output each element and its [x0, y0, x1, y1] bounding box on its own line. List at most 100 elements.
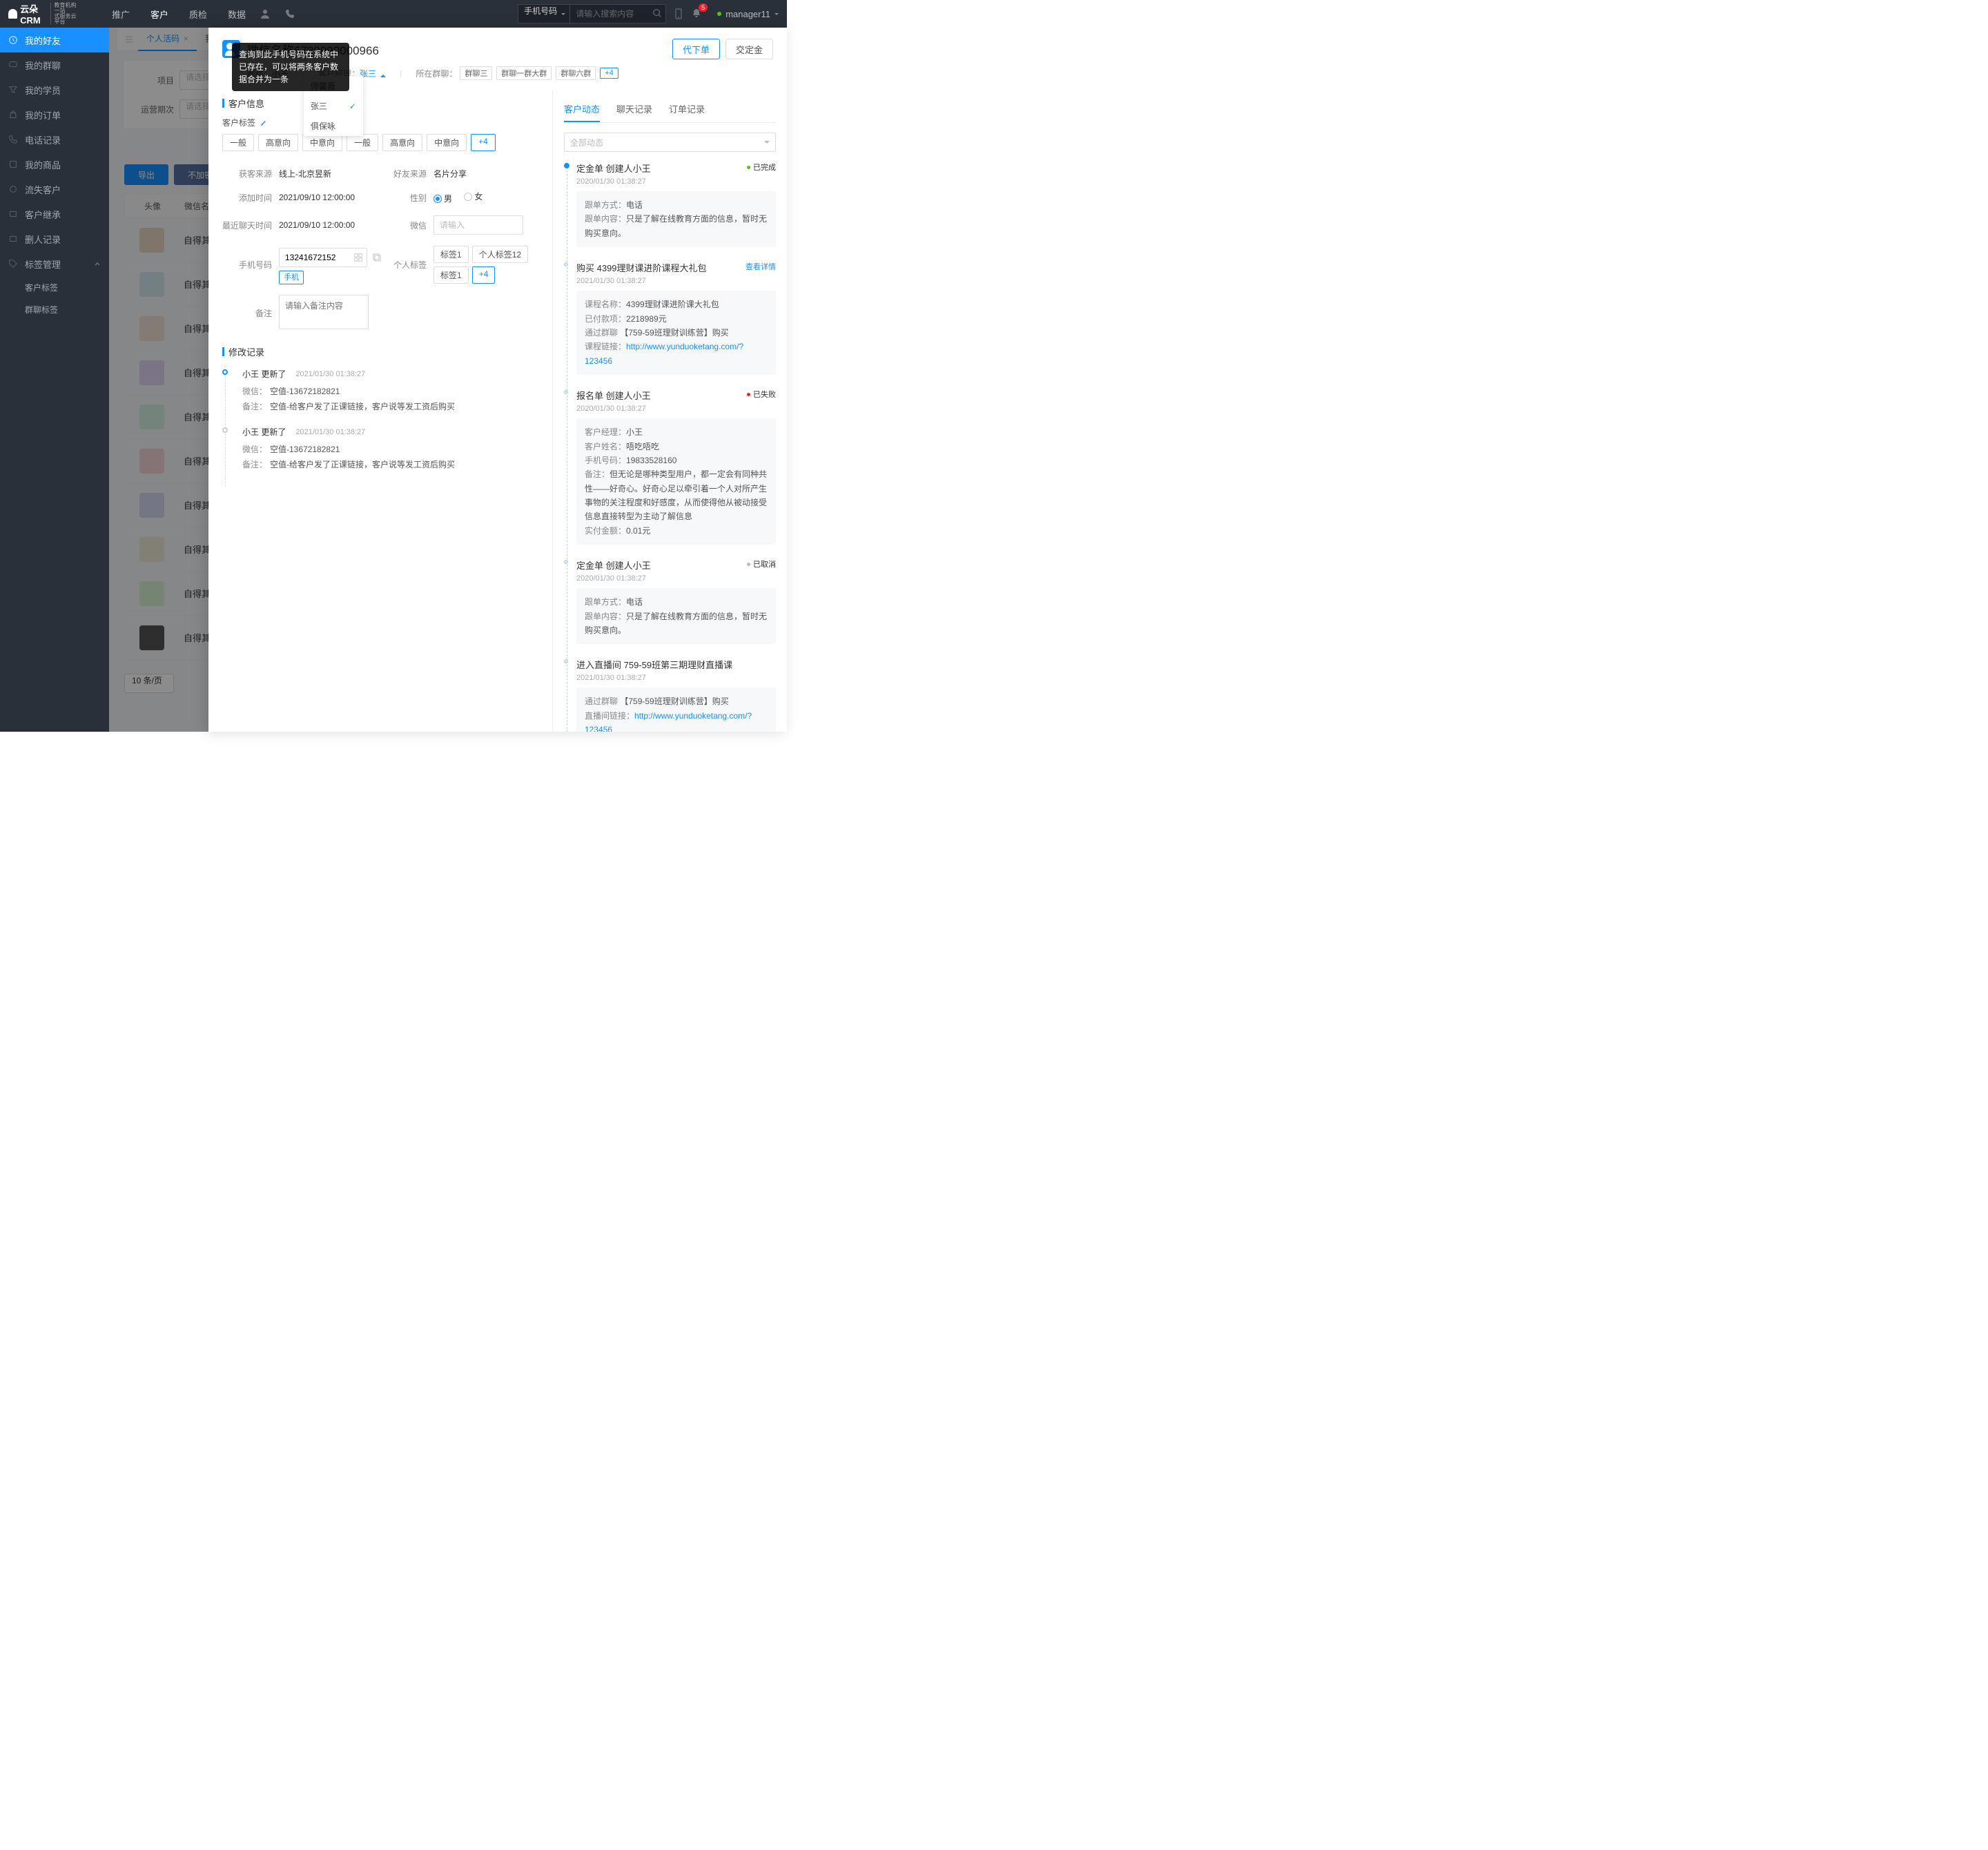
- activity-timeline: 定金单 创建人小王已完成 2020/01/30 01:38:27 跟单方式：电话…: [564, 162, 776, 732]
- remark-textarea[interactable]: [279, 295, 369, 329]
- search-input[interactable]: [569, 4, 666, 23]
- caret-down-icon: [774, 13, 779, 17]
- sidebar-item-calls[interactable]: 电话记录: [0, 127, 109, 152]
- personal-tag[interactable]: 标签1: [433, 266, 469, 284]
- manager-select[interactable]: 张三: [360, 69, 386, 79]
- timeline-card: 跟单方式：电话跟单内容：只是了解在线教育方面的信息，暂时无购买意向。: [576, 588, 776, 644]
- sidebar-sub-group-tags[interactable]: 群聊标签: [25, 298, 109, 320]
- group-tag[interactable]: 群聊一群大群: [496, 66, 552, 80]
- phone-tooltip: 查询到此手机号码在系统中已存在，可以将两条客户数据合并为一条: [232, 43, 349, 91]
- notification-icon[interactable]: 5: [691, 8, 702, 21]
- manager-option[interactable]: 俱保咏: [304, 116, 363, 136]
- nav-customer[interactable]: 客户: [150, 8, 168, 21]
- sidebar-item-lost[interactable]: 流失客户: [0, 177, 109, 202]
- timeline-date: 2021/01/30 01:38:27: [576, 674, 776, 682]
- user-menu[interactable]: manager11: [717, 9, 779, 19]
- edit-icon[interactable]: [260, 119, 268, 127]
- logo: 云朵CRM 教育机构一站 式服务云平台: [8, 2, 77, 26]
- friend-src-value: 名片分享: [433, 168, 541, 179]
- sidebar-sub-customer-tags[interactable]: 客户标签: [25, 276, 109, 298]
- timeline-item: 报名单 创建人小王 已失败 2020/01/30 01:38:27 客户经理：小王…: [576, 389, 776, 558]
- phone-list-icon: [8, 135, 18, 144]
- inherit-icon: [8, 209, 18, 219]
- mobile-icon[interactable]: [673, 8, 684, 19]
- timeline-item: 进入直播间 759-59班第三期理财直播课 2021/01/30 01:38:2…: [576, 658, 776, 732]
- nav-promotion[interactable]: 推广: [112, 8, 130, 21]
- timeline-card: 跟单方式：电话跟单内容：只是了解在线教育方面的信息，暂时无购买意向。: [576, 191, 776, 247]
- tag-item[interactable]: 一般: [347, 134, 378, 151]
- more-groups-button[interactable]: +4: [600, 68, 618, 79]
- deposit-button[interactable]: 交定金: [725, 39, 773, 59]
- tag-item[interactable]: 高意向: [382, 134, 422, 151]
- timeline-item: 定金单 创建人小王已完成 2020/01/30 01:38:27 跟单方式：电话…: [576, 162, 776, 261]
- log-entry: 小王 更新了2021/01/30 01:38:27 微信：空值-13672182…: [231, 368, 541, 426]
- chat-icon: [8, 60, 18, 70]
- call-button[interactable]: 手机: [279, 271, 304, 284]
- search-type-select[interactable]: 手机号码: [518, 4, 569, 23]
- nav-qc[interactable]: 质检: [189, 8, 207, 21]
- tag-item[interactable]: 中意向: [427, 134, 467, 151]
- check-icon: ✓: [349, 101, 356, 111]
- sidebar-item-groups[interactable]: 我的群聊: [0, 52, 109, 77]
- status-badge: 已失败: [747, 389, 776, 400]
- clock-icon: [8, 35, 18, 45]
- customer-info-pane: 客户信息 客户标签 一般 高意向 中意向 一般 高意向 中意向 +4 获客来源 …: [208, 90, 552, 732]
- sidebar-item-goods[interactable]: 我的商品: [0, 152, 109, 177]
- view-detail-link[interactable]: 查看详情: [746, 261, 776, 272]
- contact-icon[interactable]: [353, 253, 363, 262]
- search-icon[interactable]: [652, 8, 662, 18]
- tag-item[interactable]: 一般: [222, 134, 254, 151]
- group-tag[interactable]: 群聊三: [460, 66, 492, 80]
- timeline-item: 购买 4399理财课进阶课程大礼包查看详情 2021/01/30 01:38:2…: [576, 261, 776, 389]
- tab-orders[interactable]: 订单记录: [669, 97, 705, 122]
- timeline-card: 客户经理：小王客户姓名：唔吃唔吃手机号码：19833528160备注：但无论是哪…: [576, 418, 776, 545]
- manager-option-selected[interactable]: 张三✓: [304, 96, 363, 116]
- sidebar-item-orders[interactable]: 我的订单: [0, 102, 109, 127]
- personal-tag[interactable]: 标签1: [433, 246, 469, 263]
- tags-header: 客户标签: [222, 117, 541, 128]
- log-marker-icon: [222, 369, 228, 375]
- tag-item[interactable]: 高意向: [258, 134, 298, 151]
- nav-icons: [260, 8, 295, 19]
- tag-item[interactable]: 中意向: [302, 134, 342, 151]
- timeline-item: 定金单 创建人小王已取消 2020/01/30 01:38:27 跟单方式：电话…: [576, 558, 776, 658]
- customer-drawer: 微信名称6789990000966 代下单 交定金 昵称：小王 | 客户经理：张…: [208, 28, 787, 732]
- person-icon[interactable]: [260, 8, 271, 19]
- gender-female[interactable]: 女: [464, 191, 483, 202]
- tab-chat[interactable]: 聊天记录: [616, 97, 652, 122]
- sidebar-item-inherit[interactable]: 客户继承: [0, 202, 109, 226]
- add-personal-tag[interactable]: +4: [472, 266, 496, 284]
- chevron-up-icon: [94, 260, 101, 267]
- info-grid: 获客来源 线上-北京昱新 好友来源 名片分享 添加时间 2021/09/10 1…: [222, 161, 541, 338]
- activity-filter-select[interactable]: 全部动态: [564, 133, 776, 152]
- tag-icon: [8, 259, 18, 269]
- changelog-list: 小王 更新了2021/01/30 01:38:27 微信：空值-13672182…: [225, 365, 541, 487]
- log-marker-icon: [222, 427, 228, 433]
- gender-male[interactable]: 男: [433, 193, 452, 204]
- place-order-button[interactable]: 代下单: [672, 39, 720, 59]
- sidebar-item-students[interactable]: 我的学员: [0, 77, 109, 102]
- timeline-title: 报名单 创建人小王: [576, 389, 651, 402]
- phone-icon[interactable]: [284, 8, 295, 19]
- filter-icon: [8, 85, 18, 95]
- sidebar-item-tags[interactable]: 标签管理: [0, 251, 109, 276]
- timeline-date: 2020/01/30 01:38:27: [576, 405, 776, 413]
- sidebar-item-delete[interactable]: 删人记录: [0, 226, 109, 251]
- group-tag[interactable]: 群聊六群: [556, 66, 596, 80]
- search-area: 手机号码 5 manager11: [518, 4, 779, 23]
- personal-tag[interactable]: 个人标签12: [472, 246, 528, 263]
- add-tag-button[interactable]: +4: [471, 134, 496, 151]
- nav-data[interactable]: 数据: [228, 8, 246, 21]
- add-time-value: 2021/09/10 12:00:00: [279, 193, 387, 202]
- chevron-down-icon: [764, 141, 770, 146]
- copy-icon[interactable]: [371, 252, 382, 263]
- timeline-date: 2021/01/30 01:38:27: [576, 277, 776, 285]
- timeline-dot-icon: [564, 390, 568, 394]
- tab-activity[interactable]: 客户动态: [564, 97, 600, 122]
- gender-radio-group: 男 女: [433, 191, 541, 204]
- activity-pane: 客户动态 聊天记录 订单记录 全部动态 定金单 创建人小王已完成 2020/01…: [552, 90, 787, 732]
- timeline-title: 定金单 创建人小王: [576, 558, 651, 572]
- wechat-input[interactable]: [433, 215, 523, 235]
- section-customer-info: 客户信息: [222, 97, 541, 110]
- sidebar-item-friends[interactable]: 我的好友: [0, 28, 109, 52]
